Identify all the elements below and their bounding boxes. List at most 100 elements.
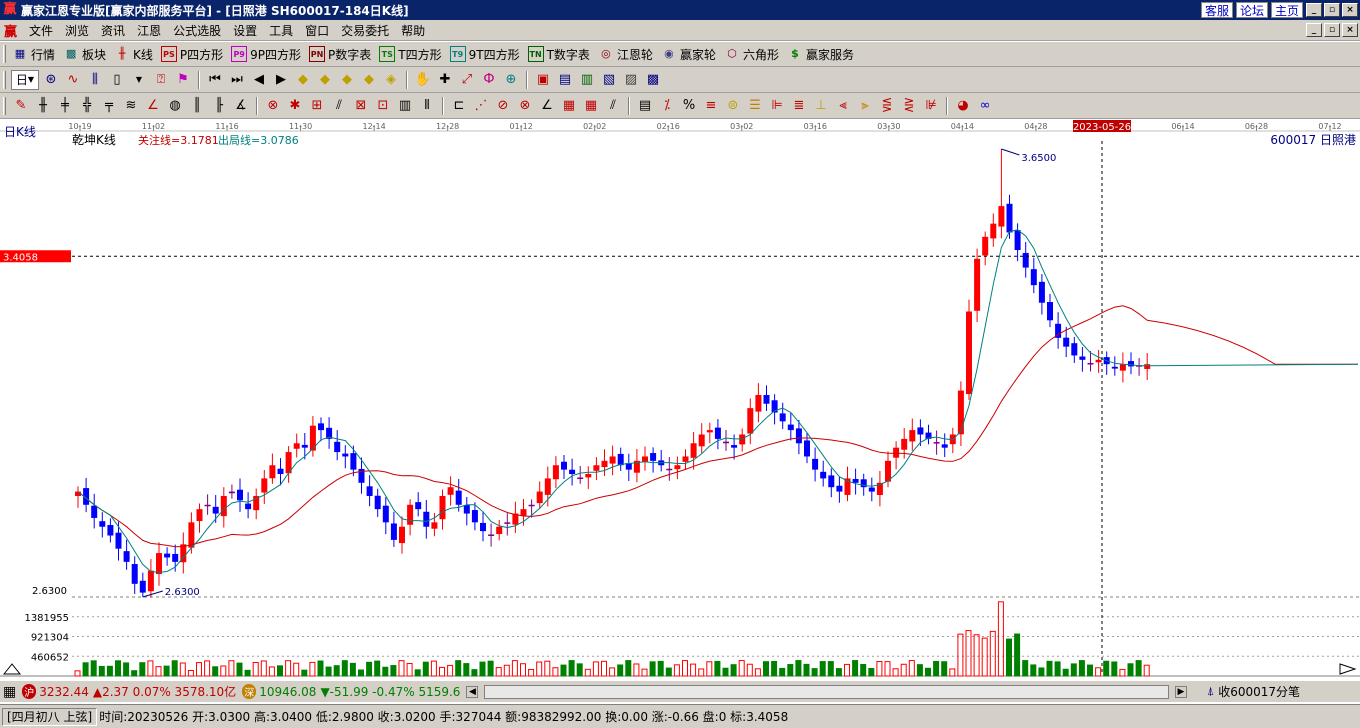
sz-index[interactable]: 深 10946.08 ▼-51.99 -0.47% 5159.6: [242, 684, 460, 699]
dropdown-icon[interactable]: ▼: [129, 70, 149, 90]
color-wheel-icon[interactable]: ◕: [953, 96, 973, 116]
scroll-left-icon[interactable]: ◀: [466, 685, 479, 698]
coin-icon[interactable]: ⊜: [723, 96, 743, 116]
customer-service-link[interactable]: 客服: [1200, 2, 1233, 18]
flag-icon[interactable]: ⚑: [173, 70, 193, 90]
toolbar-p-number-button[interactable]: PN P数字表: [307, 44, 377, 64]
menu-gann[interactable]: 江恩: [131, 22, 167, 39]
toolbar-gann-wheel-button[interactable]: ◎ 江恩轮: [596, 44, 659, 64]
percent-slash-icon[interactable]: ⁒: [657, 96, 677, 116]
line-chart-icon[interactable]: ∿: [63, 70, 83, 90]
last-icon[interactable]: ⏭: [227, 70, 247, 90]
mdi-close-button[interactable]: ×: [1342, 23, 1358, 37]
calculator-icon[interactable]: ▤: [555, 70, 575, 90]
infinity-icon[interactable]: ∞: [975, 96, 995, 116]
diamond-up-icon[interactable]: ◆: [293, 70, 313, 90]
minimize-button[interactable]: _: [1306, 3, 1322, 17]
toolbar-p-square-button[interactable]: PS P四方形: [159, 44, 229, 64]
diagonal-icon[interactable]: ⫽: [603, 96, 623, 116]
stock-chart-icon[interactable]: ⍰: [151, 70, 171, 90]
kline-svg[interactable]: 10-19 11-02 11-16 11-30 12-14 12-28 01-12 02-02…: [0, 119, 1360, 679]
toolbar-kline-button[interactable]: ╫ K线: [112, 44, 159, 64]
menu-help[interactable]: 帮助: [395, 22, 431, 39]
toolbar-sector-button[interactable]: ▩ 板块: [61, 44, 112, 64]
diamond-right-icon[interactable]: ◆: [359, 70, 379, 90]
truck-icon[interactable]: ▩: [643, 70, 663, 90]
gann-fan-icon[interactable]: ⊗: [515, 96, 535, 116]
grid-lines-icon[interactable]: ║: [187, 96, 207, 116]
expansion-icon[interactable]: ⋚: [877, 96, 897, 116]
levels-icon[interactable]: ≡: [701, 96, 721, 116]
scroll-right-icon[interactable]: ▶: [1174, 685, 1187, 698]
fan-lines-icon[interactable]: ╪: [55, 96, 75, 116]
period-selector[interactable]: 日 ▼: [11, 69, 39, 90]
menu-tools[interactable]: 工具: [263, 22, 299, 39]
retracement-icon[interactable]: ≣: [789, 96, 809, 116]
vertical-lines-icon[interactable]: ╫: [33, 96, 53, 116]
grid-box2-icon[interactable]: ▦: [581, 96, 601, 116]
calendar-icon[interactable]: ▣: [533, 70, 553, 90]
diamond-down-icon[interactable]: ◆: [315, 70, 335, 90]
fib-levels-icon[interactable]: ☰: [745, 96, 765, 116]
cycle-icon[interactable]: ⋛: [899, 96, 919, 116]
menu-settings[interactable]: 设置: [227, 22, 263, 39]
square-grid-icon[interactable]: ⊡: [373, 96, 393, 116]
toolbar-hexagon-button[interactable]: ⬡ 六角形: [722, 44, 785, 64]
bar-chart-icon[interactable]: ⫼: [85, 70, 105, 90]
toolbar-9p-square-button[interactable]: P9 9P四方形: [229, 44, 307, 64]
trend-icon[interactable]: ⤢: [457, 70, 477, 90]
diamond-left-icon[interactable]: ◆: [337, 70, 357, 90]
next-icon[interactable]: ▶: [271, 70, 291, 90]
candle-icon[interactable]: ▯: [107, 70, 127, 90]
mdi-restore-button[interactable]: ▫: [1324, 23, 1340, 37]
gann-box-icon[interactable]: ⊘: [493, 96, 513, 116]
grid-icon[interactable]: ▦: [3, 684, 16, 700]
menu-window[interactable]: 窗口: [299, 22, 335, 39]
prev-icon[interactable]: ◀: [249, 70, 269, 90]
formula-icon[interactable]: Ф: [479, 70, 499, 90]
speed-icon[interactable]: ⊫: [767, 96, 787, 116]
column-icon[interactable]: ⫴: [417, 96, 437, 116]
menu-browse[interactable]: 浏览: [59, 22, 95, 39]
parallel-icon[interactable]: ╤: [99, 96, 119, 116]
pen-icon[interactable]: ✎: [11, 96, 31, 116]
forum-link[interactable]: 论坛: [1235, 2, 1268, 18]
arc-levels-icon[interactable]: ⫸: [855, 96, 875, 116]
menu-news[interactable]: 资讯: [95, 22, 131, 39]
restore-button[interactable]: ▫: [1324, 3, 1340, 17]
tick-detail-link[interactable]: 收600017分笔: [1218, 683, 1300, 700]
horizontal-scrollbar[interactable]: [484, 684, 1169, 699]
indicator-icon[interactable]: ⊕: [501, 70, 521, 90]
document-icon[interactable]: ▥: [577, 70, 597, 90]
star-icon[interactable]: ✱: [285, 96, 305, 116]
print-icon[interactable]: ▨: [621, 70, 641, 90]
close-button[interactable]: ×: [1342, 3, 1358, 17]
percent-icon[interactable]: %: [679, 96, 699, 116]
toolbar-quotes-button[interactable]: ▦ 行情: [10, 44, 61, 64]
fan-icon[interactable]: ⋰: [471, 96, 491, 116]
speed-line-icon[interactable]: ∠: [537, 96, 557, 116]
fan-levels-icon[interactable]: ⊯: [921, 96, 941, 116]
compass-icon[interactable]: ⊞: [307, 96, 327, 116]
first-icon[interactable]: ⏮: [205, 70, 225, 90]
zoom-icon[interactable]: ⊛: [41, 70, 61, 90]
toolbar-t-number-button[interactable]: TN T数字表: [526, 44, 596, 64]
crosshair-icon[interactable]: ✚: [435, 70, 455, 90]
toolbar-9t-square-button[interactable]: T9 9T四方形: [448, 44, 526, 64]
grid-box-icon[interactable]: ▦: [559, 96, 579, 116]
hand-icon[interactable]: ✋: [413, 70, 433, 90]
fibonacci-icon[interactable]: ╟: [209, 96, 229, 116]
save-icon[interactable]: ▧: [599, 70, 619, 90]
bars-icon[interactable]: ▥: [395, 96, 415, 116]
arc-icon[interactable]: ∡: [231, 96, 251, 116]
projection-icon[interactable]: ⫷: [833, 96, 853, 116]
ratio-icon[interactable]: ⫽: [329, 96, 349, 116]
target-icon[interactable]: ⊗: [263, 96, 283, 116]
text-icon[interactable]: ⊏: [449, 96, 469, 116]
time-zone-icon[interactable]: ⊥: [811, 96, 831, 116]
mdi-minimize-button[interactable]: _: [1306, 23, 1322, 37]
box-icon[interactable]: ⊠: [351, 96, 371, 116]
menu-file[interactable]: 文件: [23, 22, 59, 39]
menu-trade[interactable]: 交易委托: [335, 22, 395, 39]
menu-formula[interactable]: 公式选股: [167, 22, 227, 39]
